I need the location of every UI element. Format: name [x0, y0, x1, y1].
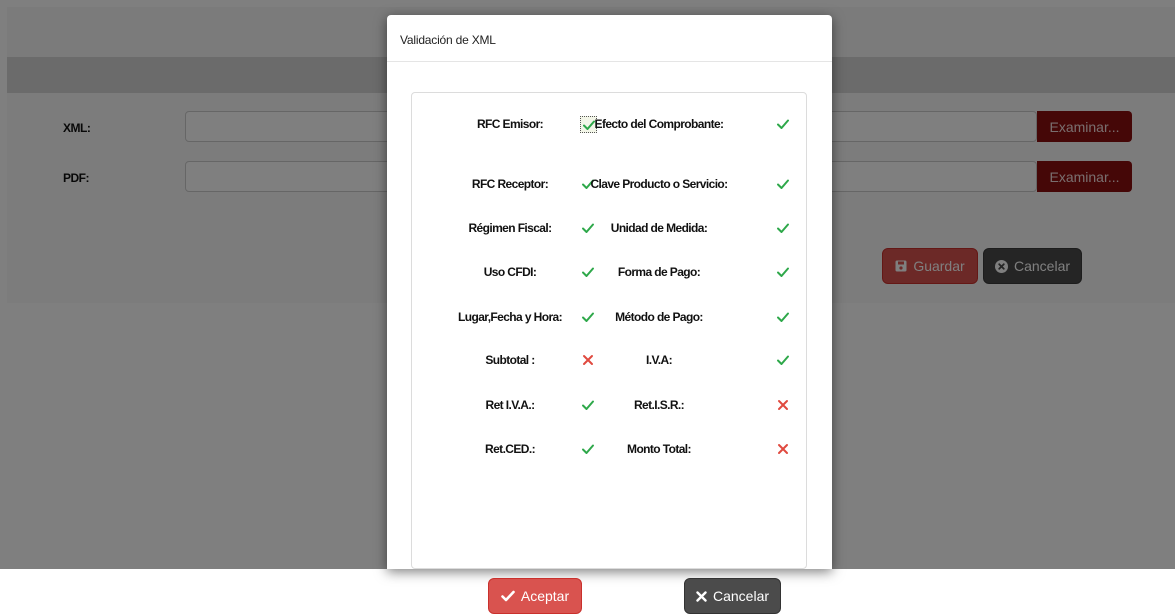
check-label: I.V.A: [646, 353, 673, 367]
check-icon [580, 220, 596, 236]
validation-row: Ret I.V.A.: Ret.I.S.R.: [412, 395, 806, 415]
xml-validation-dialog: Validación de XML RFC Emisor: Efecto del … [387, 15, 832, 614]
check-label: RFC Emisor: [476, 117, 544, 131]
check-label: Régimen Fiscal: [468, 221, 552, 235]
validation-row: Lugar,Fecha y Hora: Método de Pago: [412, 307, 806, 327]
check-label: Método de Pago: [615, 310, 703, 324]
check-icon [775, 264, 791, 280]
check-icon [775, 116, 791, 132]
x-icon [580, 352, 596, 368]
check-label: Ret.I.S.R.: [633, 398, 685, 412]
modal-cancel-label: Cancelar [712, 588, 770, 604]
check-label: Clave Producto o Servicio: [590, 177, 728, 191]
close-icon [696, 590, 707, 602]
check-icon [580, 309, 596, 325]
validation-row: Ret.CED.: Monto Total: [412, 439, 806, 459]
accept-button[interactable]: Aceptar [488, 578, 582, 614]
accept-button-label: Aceptar [520, 588, 570, 604]
check-icon [775, 176, 791, 192]
check-label: RFC Receptor: [471, 177, 549, 191]
validation-panel: RFC Emisor: Efecto del Comprobante: RFC Re… [411, 92, 807, 614]
modal-title: Validación de XML [400, 33, 496, 47]
check-label: Lugar,Fecha y Hora: [458, 310, 563, 324]
validation-row: Subtotal : I.V.A: [412, 350, 806, 370]
check-label: Forma de Pago: [617, 265, 701, 279]
check-label: Ret I.V.A.: [485, 398, 536, 412]
x-icon [775, 397, 791, 413]
check-label: Ret.CED.: [485, 442, 536, 456]
check-icon [775, 220, 791, 236]
modal-cancel-button[interactable]: Cancelar [684, 578, 781, 614]
check-icon [775, 309, 791, 325]
check-icon [580, 264, 596, 280]
check-label: Uso CFDI: [483, 265, 537, 279]
modal-header: Validación de XML [387, 15, 832, 62]
validation-row: RFC Emisor: Efecto del Comprobante: [412, 114, 806, 134]
validation-row: RFC Receptor: Clave Producto o Servicio: [412, 174, 806, 194]
check-label: Efecto del Comprobante: [594, 117, 724, 131]
x-icon [775, 441, 791, 457]
check-label: Monto Total: [627, 442, 691, 456]
check-label: Subtotal : [485, 353, 535, 367]
check-icon [580, 397, 596, 413]
check-icon [775, 352, 791, 368]
check-icon [580, 441, 596, 457]
validation-row: Uso CFDI: Forma de Pago: [412, 262, 806, 282]
check-icon [501, 590, 515, 602]
validation-row: Régimen Fiscal: Unidad de Medida: [412, 218, 806, 238]
check-label: Unidad de Medida: [610, 221, 708, 235]
